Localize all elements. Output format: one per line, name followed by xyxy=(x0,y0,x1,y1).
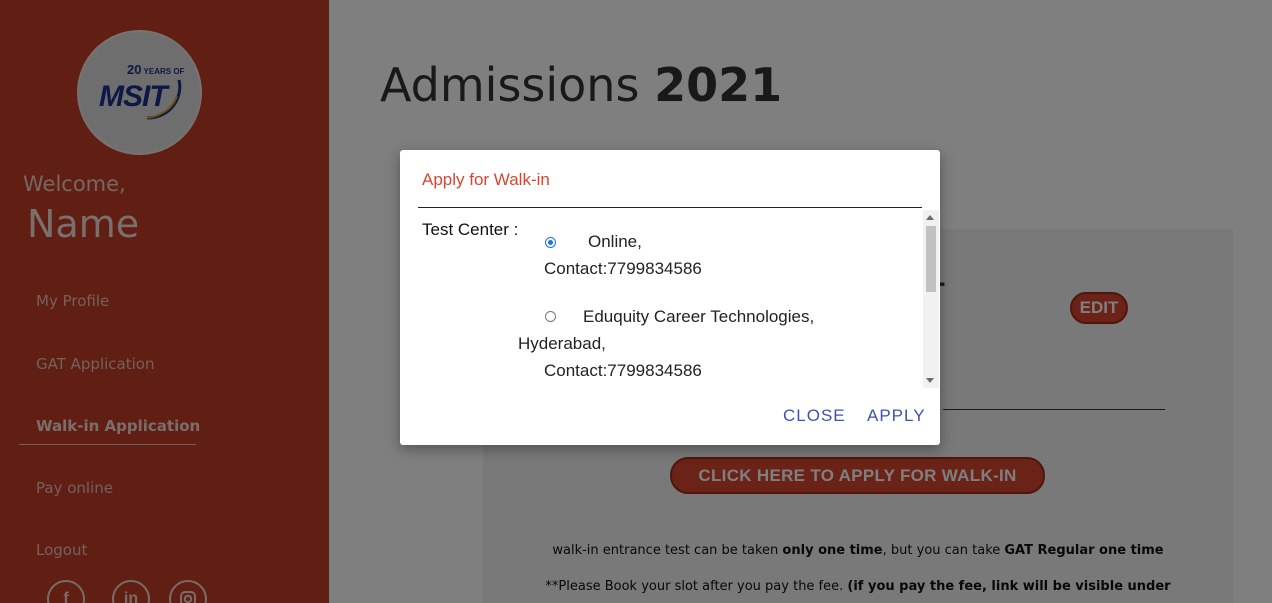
dialog-divider xyxy=(418,207,922,208)
dialog-body: Test Center : Online, Contact:7799834586… xyxy=(418,210,938,388)
option-eduquity-contact: Contact:7799834586 xyxy=(544,361,702,380)
apply-walkin-dialog: Apply for Walk-in Test Center : Online, … xyxy=(400,150,940,445)
option-online-name: Online, xyxy=(588,232,642,251)
scroll-thumb[interactable] xyxy=(926,226,936,292)
close-button[interactable]: CLOSE xyxy=(783,406,846,426)
option-online-contact: Contact:7799834586 xyxy=(544,259,702,278)
apply-button[interactable]: APPLY xyxy=(867,406,926,426)
dialog-scrollbar[interactable] xyxy=(923,210,939,388)
scroll-up-arrow-icon[interactable] xyxy=(926,215,934,220)
scroll-down-arrow-icon[interactable] xyxy=(926,378,934,383)
test-center-label: Test Center : xyxy=(422,220,519,239)
radio-eduquity[interactable] xyxy=(545,311,556,322)
option-eduquity-city: Hyderabad, xyxy=(518,334,606,353)
option-eduquity-name: Eduquity Career Technologies, xyxy=(583,307,815,326)
dialog-title: Apply for Walk-in xyxy=(422,170,550,189)
radio-online[interactable] xyxy=(545,237,556,248)
